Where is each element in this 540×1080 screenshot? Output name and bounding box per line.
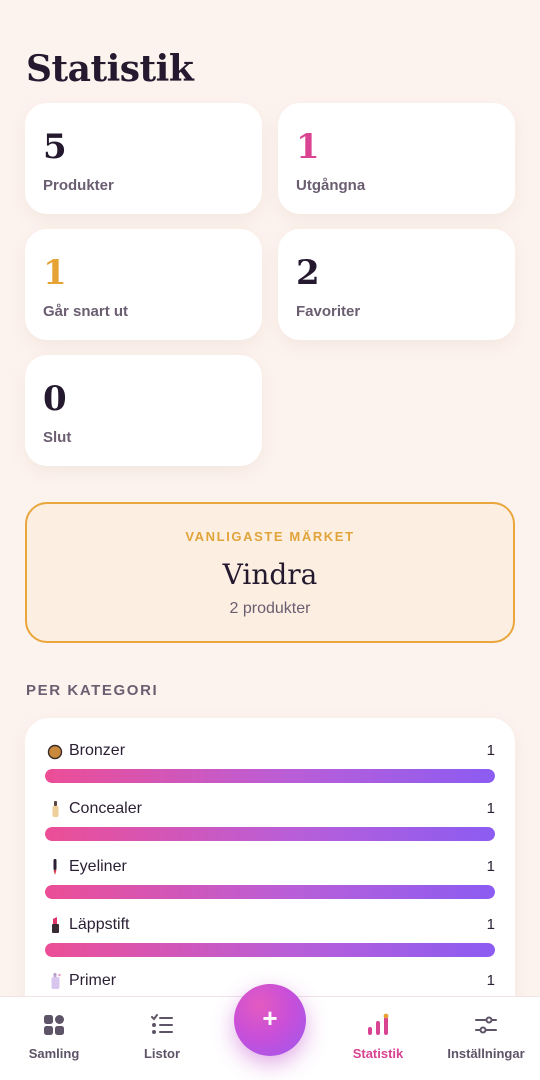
category-row-lipstick[interactable]: Läppstift 1 [45,914,495,960]
nav-item-listor[interactable]: Listor [108,997,216,1080]
stat-value: 1 [43,253,67,293]
bar-chart-icon [368,1013,389,1035]
category-bar-fill [45,885,495,899]
category-row-bronzer[interactable]: Bronzer 1 [45,740,495,786]
category-row-eyeliner[interactable]: Eyeliner 1 [45,856,495,902]
primer-icon [51,973,61,989]
bronzer-icon [47,744,63,760]
category-count: 1 [486,858,495,875]
category-count: 1 [486,742,495,759]
top-brand-count: 2 produkter [229,600,311,617]
stat-label: Produkter [43,177,114,194]
plus-icon: + [262,1003,278,1033]
category-name: Eyeliner [69,858,127,875]
category-count: 1 [486,800,495,817]
category-row-concealer[interactable]: Concealer 1 [45,798,495,844]
stat-card-favorites[interactable]: 2 Favoriter [278,229,515,340]
eyeliner-icon [53,859,57,875]
stat-card-expiring-soon[interactable]: 1 Går snart ut [25,229,262,340]
sliders-icon [475,1016,497,1034]
stat-label: Favoriter [296,303,361,320]
list-icon [151,1014,173,1034]
category-bar [45,827,495,841]
category-name: Primer [69,972,117,989]
category-bar-fill [45,769,495,783]
top-brand-kicker: VANLIGASTE MÄRKET [185,529,355,544]
stat-label: Går snart ut [43,303,129,320]
grid-icon [44,1015,64,1035]
add-product-button[interactable]: + [234,984,306,1056]
concealer-icon [52,801,59,817]
category-section-heading: PER KATEGORI [26,682,159,699]
category-bar [45,885,495,899]
nav-label: Inställningar [447,1046,525,1061]
top-brand-name: Vindra [222,558,318,591]
stat-label: Slut [43,429,72,446]
category-bar [45,943,495,957]
category-bar [45,769,495,783]
stat-value: 1 [296,127,320,167]
category-name: Concealer [69,800,142,817]
category-count: 1 [486,916,495,933]
stat-card-empty[interactable]: 0 Slut [25,355,262,466]
nav-label: Statistik [352,1046,404,1061]
nav-label: Samling [28,1046,80,1061]
stat-value: 5 [43,127,67,167]
category-bar-fill [45,827,495,841]
category-name: Läppstift [69,916,130,933]
category-name: Bronzer [69,742,126,759]
nav-label: Listor [143,1046,181,1061]
nav-item-samling[interactable]: Samling [0,997,108,1080]
nav-item-installningar[interactable]: Inställningar [432,997,540,1080]
category-count: 1 [486,972,495,989]
lipstick-icon [52,917,59,933]
category-bar-fill [45,943,495,957]
nav-item-statistik[interactable]: Statistik [324,997,432,1080]
stat-card-products[interactable]: 5 Produkter [25,103,262,214]
stat-card-expired[interactable]: 1 Utgångna [278,103,515,214]
stat-value: 0 [43,379,67,419]
stat-value: 2 [296,253,320,293]
top-brand-card: VANLIGASTE MÄRKET Vindra 2 produkter [25,502,515,643]
page-title: Statistik [26,48,194,90]
stat-label: Utgångna [296,177,366,194]
